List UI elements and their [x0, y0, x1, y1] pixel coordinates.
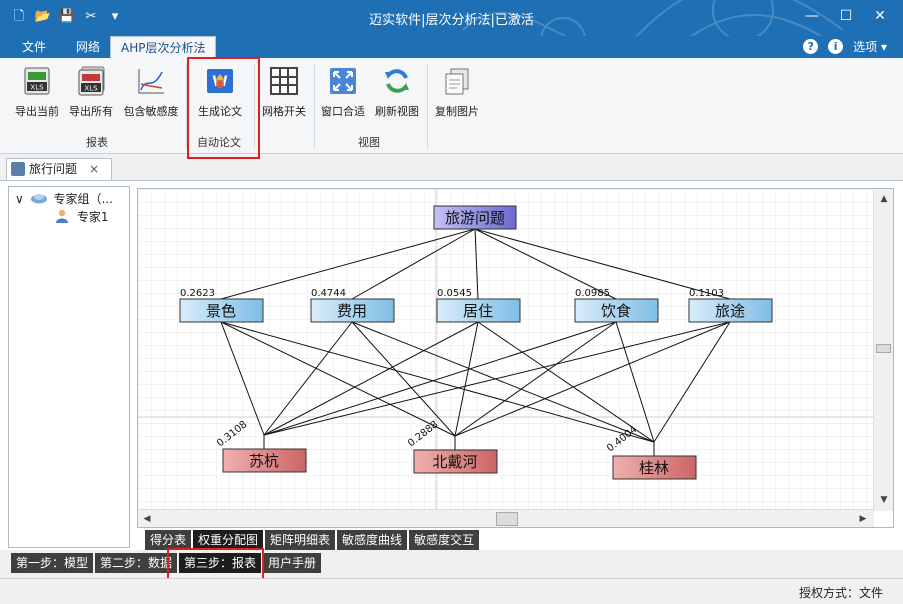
- refresh-view-button[interactable]: 刷新视图: [372, 66, 422, 119]
- ribbon-separator: [314, 64, 315, 148]
- include-sensitivity-label: 包含敏感度: [123, 105, 179, 118]
- svg-text:XLS: XLS: [30, 84, 44, 92]
- group-label-view: 视图: [358, 136, 380, 149]
- tree-node-expert-1[interactable]: 专家1: [55, 208, 108, 225]
- scroll-right-icon[interactable]: ▶: [855, 511, 871, 527]
- menu-right: ? i 选项 ▾: [803, 38, 887, 55]
- criterion-label-lvtu: 旅途: [715, 302, 745, 320]
- criterion-label-jingse: 景色: [206, 302, 236, 320]
- criterion-weight-feiyong: 0.4744: [311, 288, 346, 299]
- grid-toggle-label: 网格开关: [262, 105, 306, 118]
- alternative-label-beidaihe: 北戴河: [432, 453, 477, 471]
- export-current-label: 导出当前: [15, 105, 59, 118]
- tree-child-label: 专家1: [76, 210, 109, 224]
- grid-toggle-button[interactable]: 网格开关: [258, 66, 310, 119]
- tab-sensitivity-curve[interactable]: 敏感度曲线: [337, 530, 408, 550]
- criterion-weight-yinshi: 0.0985: [575, 288, 610, 299]
- highlight-box-generate-paper: [187, 57, 260, 159]
- expert-tree: ∨ 专家组（... 专家1: [8, 186, 130, 548]
- scroll-down-icon[interactable]: ▼: [876, 492, 892, 508]
- document-icon: [11, 162, 25, 176]
- goal-node-label: 旅游问题: [445, 209, 505, 227]
- tab-matrix-details[interactable]: 矩阵明细表: [265, 530, 336, 550]
- export-all-button[interactable]: XLS 导出所有: [68, 66, 114, 119]
- refresh-view-label: 刷新视图: [375, 105, 419, 118]
- tab-ahp[interactable]: AHP层次分析法: [110, 36, 217, 58]
- criterion-label-yinshi: 饮食: [601, 302, 631, 320]
- tab-file[interactable]: 文件: [12, 36, 56, 58]
- group-icon: [30, 194, 47, 204]
- vertical-scrollbar[interactable]: ▲ ▼: [873, 189, 893, 511]
- refresh-icon: [385, 69, 409, 93]
- info-icon[interactable]: i: [828, 39, 844, 54]
- copy-image-button[interactable]: 复制图片: [432, 66, 482, 119]
- svg-text:XLS: XLS: [84, 85, 98, 93]
- tab-weight-distribution[interactable]: 权重分配图: [193, 530, 264, 550]
- window-controls: — ☐ ✕: [795, 4, 897, 28]
- tree-root-label: 专家组（...: [53, 192, 113, 206]
- xls-icon: XLS: [24, 67, 50, 95]
- copy-icon: [445, 68, 469, 95]
- status-bar: 授权方式：文件: [0, 578, 903, 604]
- fit-window-icon: [330, 68, 356, 94]
- document-tab-label: 旅行问题: [29, 162, 78, 176]
- scroll-up-icon[interactable]: ▲: [876, 191, 892, 207]
- step-data[interactable]: 第二步：数据: [95, 553, 178, 573]
- horizontal-scroll-thumb[interactable]: [496, 512, 518, 526]
- help-icon[interactable]: ?: [803, 39, 819, 54]
- tree-node-expert-group[interactable]: ∨ 专家组（...: [15, 190, 113, 207]
- user-icon: [56, 209, 68, 223]
- options-label: 选项: [853, 40, 878, 54]
- tab-sensitivity-interactive[interactable]: 敏感度交互: [409, 530, 480, 550]
- horizontal-scrollbar[interactable]: ◀ ▶: [138, 509, 874, 527]
- copy-image-label: 复制图片: [435, 105, 479, 118]
- include-sensitivity-button[interactable]: 包含敏感度: [122, 66, 180, 119]
- menu-bar: 文件 网络 AHP层次分析法 ? i 选项 ▾: [0, 36, 903, 58]
- fit-window-label: 窗口合适: [321, 105, 365, 118]
- criterion-label-juzhu: 居住: [463, 302, 493, 320]
- criterion-weight-jingse: 0.2623: [180, 288, 215, 299]
- export-current-button[interactable]: XLS 导出当前: [14, 66, 60, 119]
- minimize-button[interactable]: —: [795, 4, 829, 28]
- goal-node[interactable]: 旅游问题: [433, 205, 517, 230]
- criterion-weight-lvtu: 0.1103: [689, 288, 724, 299]
- fit-window-button[interactable]: 窗口合适: [318, 66, 368, 119]
- criterion-label-feiyong: 费用: [337, 302, 367, 320]
- window-title: 迈实软件|层次分析法|已激活: [369, 13, 534, 28]
- grid-icon: [270, 67, 298, 95]
- tab-score-table[interactable]: 得分表: [145, 530, 192, 550]
- collapse-chevron-icon[interactable]: ∨: [15, 192, 24, 206]
- vertical-scroll-thumb[interactable]: [876, 344, 891, 353]
- ribbon-separator: [427, 64, 428, 148]
- criterion-weight-juzhu: 0.0545: [437, 288, 472, 299]
- sensitivity-chart-icon: [138, 69, 164, 94]
- step-model[interactable]: 第一步：模型: [11, 553, 94, 573]
- options-menu[interactable]: 选项 ▾: [853, 38, 887, 55]
- ribbon: XLS 导出当前 XLS 导出所有 包含敏感度 W 生成论文: [0, 58, 903, 154]
- document-tab[interactable]: 旅行问题 ×: [6, 158, 112, 180]
- license-status: 授权方式：文件: [798, 586, 883, 600]
- alternative-label-suhang: 苏杭: [249, 452, 279, 470]
- title-bar: 🗋 📂 💾 ✂ ▾ 迈实软件|层次分析法|已激活 — ☐ ✕: [0, 0, 903, 36]
- diagram-canvas[interactable]: 旅游问题 0.2623 景色 0.4744 费用 0.0545 居住 0.098…: [137, 188, 894, 528]
- alternative-label-guilin: 桂林: [639, 459, 669, 477]
- close-window-button[interactable]: ✕: [863, 4, 897, 28]
- report-tabs: 得分表 权重分配图 矩阵明细表 敏感度曲线 敏感度交互: [145, 530, 481, 550]
- close-tab-icon[interactable]: ×: [89, 159, 99, 179]
- tab-network[interactable]: 网络: [66, 36, 110, 58]
- group-label-report: 报表: [86, 136, 108, 149]
- export-all-label: 导出所有: [69, 105, 113, 118]
- maximize-button[interactable]: ☐: [829, 4, 863, 28]
- ahp-hierarchy-diagram: 旅游问题 0.2623 景色 0.4744 费用 0.0545 居住 0.098…: [138, 189, 874, 509]
- xls-multi-icon: XLS: [78, 66, 105, 96]
- step-user-manual[interactable]: 用户手册: [263, 553, 322, 573]
- scroll-left-icon[interactable]: ◀: [139, 511, 155, 527]
